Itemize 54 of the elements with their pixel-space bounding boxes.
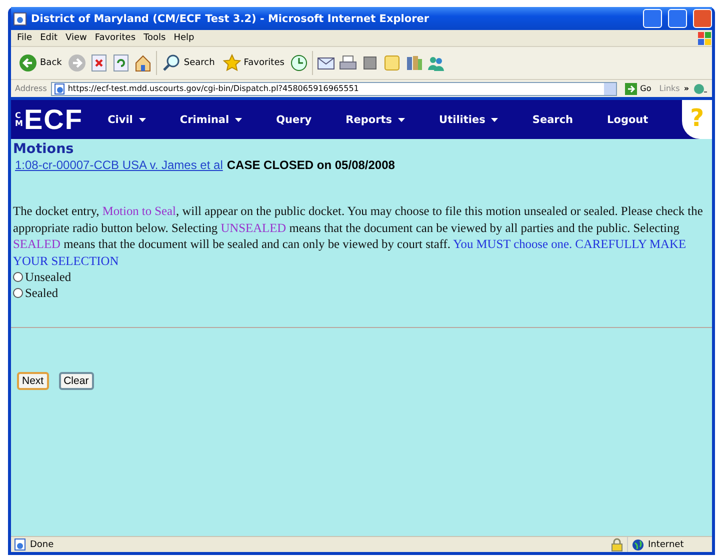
nav-menu-item[interactable]: Logout bbox=[607, 114, 648, 126]
ecf-logo: ECF bbox=[24, 104, 83, 136]
nav-menu-item[interactable]: Reports bbox=[346, 114, 406, 126]
books-icon[interactable] bbox=[405, 54, 424, 72]
globe-icon[interactable] bbox=[693, 82, 708, 94]
menu-item[interactable]: Tools bbox=[142, 33, 172, 43]
radio-button[interactable] bbox=[13, 272, 23, 282]
nav-menu-item[interactable]: Criminal bbox=[180, 114, 242, 126]
printer-icon[interactable] bbox=[339, 54, 358, 72]
ie-page-icon bbox=[13, 12, 27, 26]
status-text: Done bbox=[30, 540, 54, 550]
page-icon bbox=[14, 538, 26, 551]
go-button[interactable]: Go bbox=[621, 82, 656, 94]
magnifier-icon bbox=[162, 54, 181, 72]
instruction-paragraph: The docket entry, Motion to Seal, will appear on the public docket. You may choose to file this motion unsealed or sealed. Please check the appropriate radio button below. Selecting UNSEALED means that the document can be viewed by all parties and the public. Selecting SEALED means that the document will be sealed and can only be viewed by court staff. You MUST choose one. CAREFULLY MAKE YOUR SELECTION bbox=[13, 203, 704, 269]
address-label: Address bbox=[15, 84, 47, 93]
form-button[interactable]: Clear bbox=[58, 372, 94, 390]
nav-menu-item[interactable]: Search bbox=[532, 114, 574, 126]
radio-label: Unsealed bbox=[25, 270, 72, 284]
radio-button[interactable] bbox=[13, 288, 23, 298]
stop-icon[interactable] bbox=[90, 54, 108, 72]
form-button[interactable]: Next bbox=[17, 372, 49, 390]
star-icon bbox=[222, 54, 241, 72]
page-heading: Motions bbox=[12, 140, 75, 157]
menu-item[interactable]: View bbox=[64, 33, 93, 43]
minimize-button[interactable] bbox=[643, 9, 662, 28]
window-title: District of Maryland (CM/ECF Test 3.2) - Microsoft Internet Explorer bbox=[31, 12, 430, 24]
back-button[interactable]: Back bbox=[17, 52, 64, 74]
windows-flag-icon bbox=[697, 30, 712, 46]
menu-item[interactable]: Edit bbox=[38, 33, 64, 43]
zone-text: Internet bbox=[648, 540, 684, 550]
address-field[interactable]: https://ecf-test.mdd.uscourts.gov/cgi-bin/Dispatch.pl?458065916965551 bbox=[50, 82, 618, 96]
nav-menu-item[interactable]: Query bbox=[276, 114, 312, 126]
refresh-icon[interactable] bbox=[112, 54, 130, 72]
people-icon[interactable] bbox=[427, 54, 446, 72]
favorites-button[interactable]: Favorites bbox=[220, 52, 286, 74]
menu-item[interactable]: Favorites bbox=[92, 33, 142, 43]
radio-label: Sealed bbox=[25, 286, 58, 300]
menu-item[interactable]: Help bbox=[172, 33, 200, 43]
menu-item[interactable]: File bbox=[15, 33, 38, 43]
nav-menu-item[interactable]: Civil bbox=[108, 114, 146, 126]
page-icon bbox=[54, 82, 65, 94]
logo-small-text: CM bbox=[15, 112, 24, 128]
maximize-button[interactable] bbox=[668, 9, 687, 28]
case-status: CASE CLOSED on 05/08/2008 bbox=[226, 158, 395, 172]
close-button[interactable] bbox=[693, 9, 712, 28]
square-icon[interactable] bbox=[361, 54, 380, 72]
more-chevron[interactable]: » bbox=[684, 84, 689, 93]
search-button[interactable]: Search bbox=[160, 52, 217, 74]
arrow-icon bbox=[625, 82, 638, 94]
nav-menu-item[interactable]: Utilities bbox=[439, 114, 498, 126]
house-icon[interactable] bbox=[134, 54, 152, 72]
case-link[interactable]: 1:08-cr-00007-CCB USA v. James et al bbox=[15, 158, 223, 172]
globe-icon bbox=[632, 538, 644, 550]
